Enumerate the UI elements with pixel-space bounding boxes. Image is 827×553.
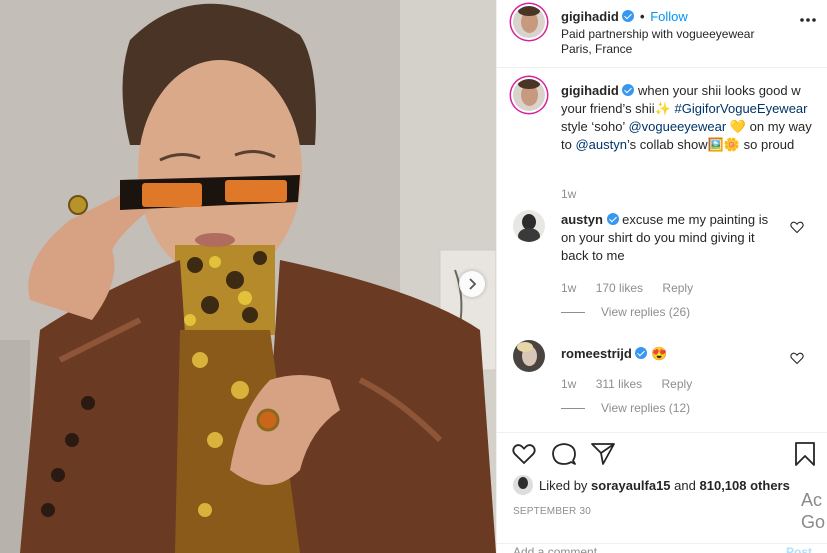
mention-link-austyn[interactable]: @austyn <box>575 137 627 152</box>
follow-button[interactable]: Follow <box>650 9 688 24</box>
comment-username[interactable]: romeestrijd <box>561 346 632 361</box>
view-replies-label: View replies (12) <box>601 401 691 415</box>
post-image <box>0 0 496 553</box>
hashtag-link[interactable]: #GigiforVogueEyewear <box>675 101 808 116</box>
comment-text: austyn excuse me my painting is on your … <box>561 211 779 265</box>
comment-text: romeestrijd 😍 <box>561 345 779 363</box>
comment-username[interactable]: austyn <box>561 212 603 227</box>
comment-body: 😍 <box>651 346 668 361</box>
divider-line <box>561 407 585 409</box>
post-header: gigihadid • Follow Paid partnership with… <box>497 0 827 68</box>
comment-likes[interactable]: 170 likes <box>596 281 643 295</box>
divider-line <box>561 311 585 313</box>
activate-windows-watermark: Ac Go <box>801 489 825 533</box>
watermark-line-2: Go <box>800 512 825 532</box>
likes-summary[interactable]: Liked by sorayaulfa15 and 810,108 others <box>513 475 790 495</box>
heart-icon[interactable] <box>511 441 537 467</box>
caption-text-2: style ‘soho’ <box>561 119 625 134</box>
comments-section[interactable]: gigihadid when your shii looks good w yo… <box>497 69 827 432</box>
dot-separator: • <box>640 9 645 24</box>
view-replies-label: View replies (26) <box>601 305 691 319</box>
comment-meta: 1w 170 likes Reply <box>561 281 709 295</box>
more-options-icon <box>800 18 816 22</box>
reply-button[interactable]: Reply <box>662 377 693 391</box>
caption-text-4: ’s collab show🖼️🌼 so proud <box>626 137 795 152</box>
comment-meta: 1w 311 likes Reply <box>561 377 708 391</box>
view-replies-button[interactable]: View replies (26) <box>561 305 690 319</box>
post-photo[interactable] <box>0 0 496 553</box>
comment-avatar[interactable] <box>513 210 545 242</box>
post-date[interactable]: SEPTEMBER 30 <box>513 506 591 517</box>
verified-badge-icon <box>635 347 648 359</box>
location-link[interactable]: Paris, France <box>561 42 632 56</box>
comment-avatar[interactable] <box>513 340 545 372</box>
mention-link-vogueeyewear[interactable]: @vogueeyewear <box>628 119 726 134</box>
caption-time[interactable]: 1w <box>561 187 576 201</box>
comment-time[interactable]: 1w <box>561 377 576 391</box>
caption: gigihadid when your shii looks good w yo… <box>561 82 816 154</box>
post-button[interactable]: Post <box>786 545 812 553</box>
header-username[interactable]: gigihadid <box>561 9 619 24</box>
comment-like-heart-icon[interactable] <box>790 351 804 365</box>
caption-avatar[interactable] <box>513 79 545 111</box>
watermark-line-1: Ac <box>800 490 822 510</box>
avatar[interactable] <box>513 6 545 38</box>
comment-time[interactable]: 1w <box>561 281 576 295</box>
comment-like-heart-icon[interactable] <box>790 220 804 234</box>
caption-username[interactable]: gigihadid <box>561 83 619 98</box>
verified-badge-icon <box>622 84 635 96</box>
more-options-button[interactable] <box>798 12 818 28</box>
post-side-panel: gigihadid • Follow Paid partnership with… <box>496 0 827 553</box>
liked-by-prefix: Liked by <box>539 477 588 493</box>
liked-by-count[interactable]: 810,108 others <box>700 478 790 493</box>
comment-likes[interactable]: 311 likes <box>596 377 642 391</box>
share-icon[interactable] <box>590 441 616 467</box>
paid-partnership-label[interactable]: Paid partnership with vogueeyewear <box>561 27 754 41</box>
verified-badge-icon <box>606 213 619 225</box>
bookmark-icon[interactable] <box>792 441 818 467</box>
avatar[interactable] <box>513 475 533 495</box>
chevron-right-icon <box>469 278 477 290</box>
verified-badge-icon <box>622 10 635 22</box>
comment-icon[interactable] <box>551 441 577 467</box>
header-username-line: gigihadid • Follow <box>561 9 688 24</box>
view-replies-button[interactable]: View replies (12) <box>561 401 690 415</box>
reply-button[interactable]: Reply <box>662 281 693 295</box>
add-comment-bar: Add a comment... Post <box>497 543 827 553</box>
next-image-button[interactable] <box>459 271 485 297</box>
liked-by-and: and <box>674 477 696 493</box>
liked-by-user[interactable]: sorayaulfa15 <box>591 478 671 493</box>
comment-input[interactable]: Add a comment... <box>513 545 607 553</box>
post-actions: Liked by sorayaulfa15 and 810,108 others… <box>497 432 827 553</box>
